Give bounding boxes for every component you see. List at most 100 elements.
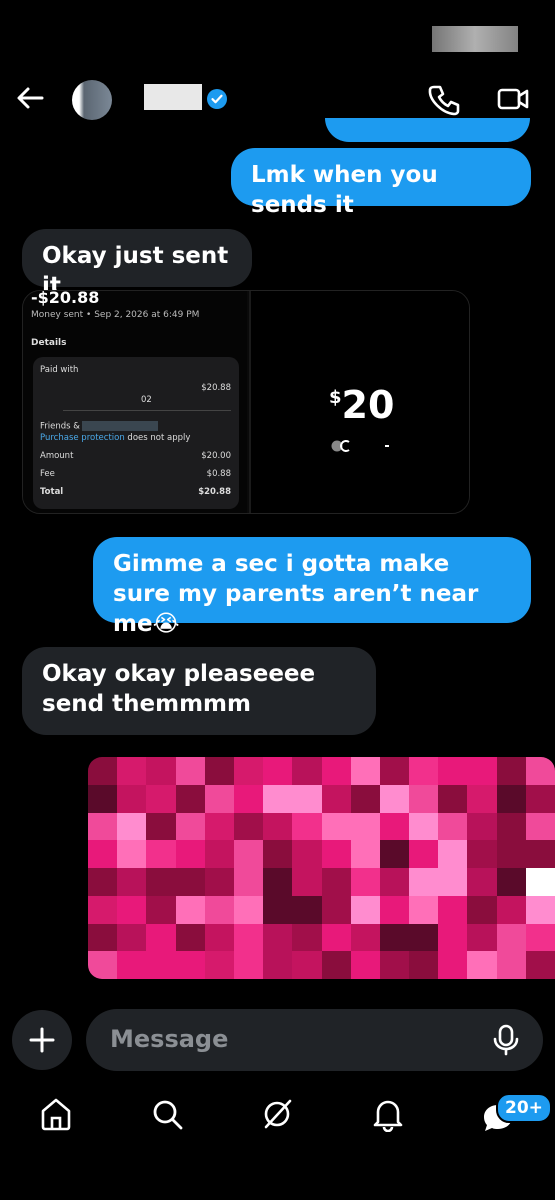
pixel-block xyxy=(409,923,439,952)
pixel-block xyxy=(88,923,118,952)
pixel-block xyxy=(467,757,497,785)
message-bubble-incoming[interactable]: Okay okay pleaseeee send themmmm xyxy=(22,647,376,735)
contact-name-blurred[interactable] xyxy=(144,84,202,110)
pixel-block xyxy=(175,840,205,868)
message-placeholder: Message xyxy=(110,1025,229,1053)
pixel-block xyxy=(409,868,439,896)
pixel-block xyxy=(321,868,351,896)
message-input[interactable]: Message xyxy=(86,1009,543,1071)
pixel-block xyxy=(204,812,234,841)
video-camera-icon[interactable] xyxy=(496,82,530,116)
pixel-block xyxy=(525,757,555,785)
card-suffix: 02 xyxy=(141,395,152,405)
pixel-block xyxy=(321,784,351,813)
notifications-bell-icon[interactable] xyxy=(370,1096,406,1132)
phone-icon[interactable] xyxy=(426,82,460,116)
pixel-block xyxy=(204,757,234,785)
pixel-block xyxy=(350,784,380,813)
pixel-block xyxy=(467,951,497,979)
big-amount: $20 xyxy=(329,383,395,427)
receipt-details-label: Details xyxy=(31,338,67,348)
pixel-block xyxy=(263,868,293,896)
friends-label: Friends & xyxy=(40,421,231,432)
pixel-block xyxy=(263,784,293,813)
receipt-meta: Money sent • Sep 2, 2026 at 6:49 PM xyxy=(31,310,200,320)
pixel-block xyxy=(204,784,234,813)
message-bubble-outgoing[interactable]: Lmk when you sends it xyxy=(231,148,531,218)
pixel-block xyxy=(175,923,205,952)
pixel-block xyxy=(175,868,205,896)
receipt-details-panel: -$20.88 Money sent • Sep 2, 2026 at 6:49… xyxy=(23,291,247,513)
pixel-block xyxy=(233,951,264,979)
pixel-block xyxy=(525,868,555,896)
recipient-avatar-blurred xyxy=(331,440,389,452)
pixel-block xyxy=(292,895,322,924)
pixel-block xyxy=(409,784,439,813)
message-text: Okay okay pleaseeee send themmmm xyxy=(42,661,316,717)
pixel-block xyxy=(146,812,176,841)
pixel-block xyxy=(175,757,205,785)
pixel-block xyxy=(496,923,526,952)
pixel-block xyxy=(379,951,410,979)
pixel-block xyxy=(350,951,380,979)
home-icon[interactable] xyxy=(38,1096,74,1132)
message-bubble-incoming[interactable]: Okay just sent it xyxy=(22,229,252,299)
pixel-block xyxy=(467,784,497,813)
pixel-block xyxy=(379,812,410,841)
pixel-block xyxy=(117,868,147,896)
add-attachment-button[interactable] xyxy=(12,1010,72,1070)
unread-messages-badge: 20+ xyxy=(496,1093,552,1123)
grok-icon[interactable] xyxy=(259,1096,295,1132)
pixel-block xyxy=(88,868,118,896)
pixel-block xyxy=(321,951,351,979)
pixel-block xyxy=(233,784,264,813)
pixel-block xyxy=(292,951,322,979)
pixel-block xyxy=(292,840,322,868)
message-bubble-outgoing[interactable]: Gimme a sec i gotta make sure my parents… xyxy=(93,537,531,637)
pixel-block xyxy=(350,757,380,785)
pixel-block xyxy=(409,812,439,841)
pixel-block xyxy=(263,923,293,952)
pixel-block xyxy=(525,840,555,868)
pixel-block xyxy=(496,951,526,979)
pixel-block xyxy=(438,784,468,813)
pixel-block xyxy=(175,895,205,924)
pixel-block xyxy=(525,923,555,952)
pixel-block xyxy=(117,784,147,813)
pixel-block xyxy=(263,895,293,924)
pixel-block xyxy=(496,757,526,785)
search-icon[interactable] xyxy=(149,1096,185,1132)
pixel-block xyxy=(88,895,118,924)
pixel-block xyxy=(117,923,147,952)
pixel-block xyxy=(117,895,147,924)
arrow-left-icon[interactable] xyxy=(14,82,46,114)
pixel-block xyxy=(233,757,264,785)
pixel-block xyxy=(233,812,264,841)
avatar[interactable] xyxy=(72,80,112,120)
pixelated-image-attachment[interactable] xyxy=(88,757,555,979)
pixel-block xyxy=(525,784,555,813)
pixel-block xyxy=(467,868,497,896)
microphone-icon[interactable] xyxy=(489,1023,523,1057)
pixel-block xyxy=(321,757,351,785)
pixel-block xyxy=(292,868,322,896)
pixel-block xyxy=(292,784,322,813)
pixel-block xyxy=(496,868,526,896)
pixel-block xyxy=(88,784,118,813)
total-row: Total $20.88 xyxy=(40,487,231,497)
pixel-block xyxy=(263,951,293,979)
pixel-block xyxy=(379,895,410,924)
pixel-block xyxy=(204,868,234,896)
pixel-block xyxy=(204,923,234,952)
payment-receipt-image[interactable]: -$20.88 Money sent • Sep 2, 2026 at 6:49… xyxy=(22,290,470,514)
pixel-block xyxy=(496,812,526,841)
pixel-block xyxy=(467,895,497,924)
pixel-block xyxy=(350,895,380,924)
pixel-block xyxy=(146,923,176,952)
pixel-mosaic xyxy=(88,757,555,979)
pixel-block xyxy=(233,895,264,924)
purchase-protection-link[interactable]: Purchase protection xyxy=(40,433,125,443)
amount-row: Amount $20.00 xyxy=(40,451,231,461)
pixel-block xyxy=(379,757,410,785)
pixel-block xyxy=(321,895,351,924)
